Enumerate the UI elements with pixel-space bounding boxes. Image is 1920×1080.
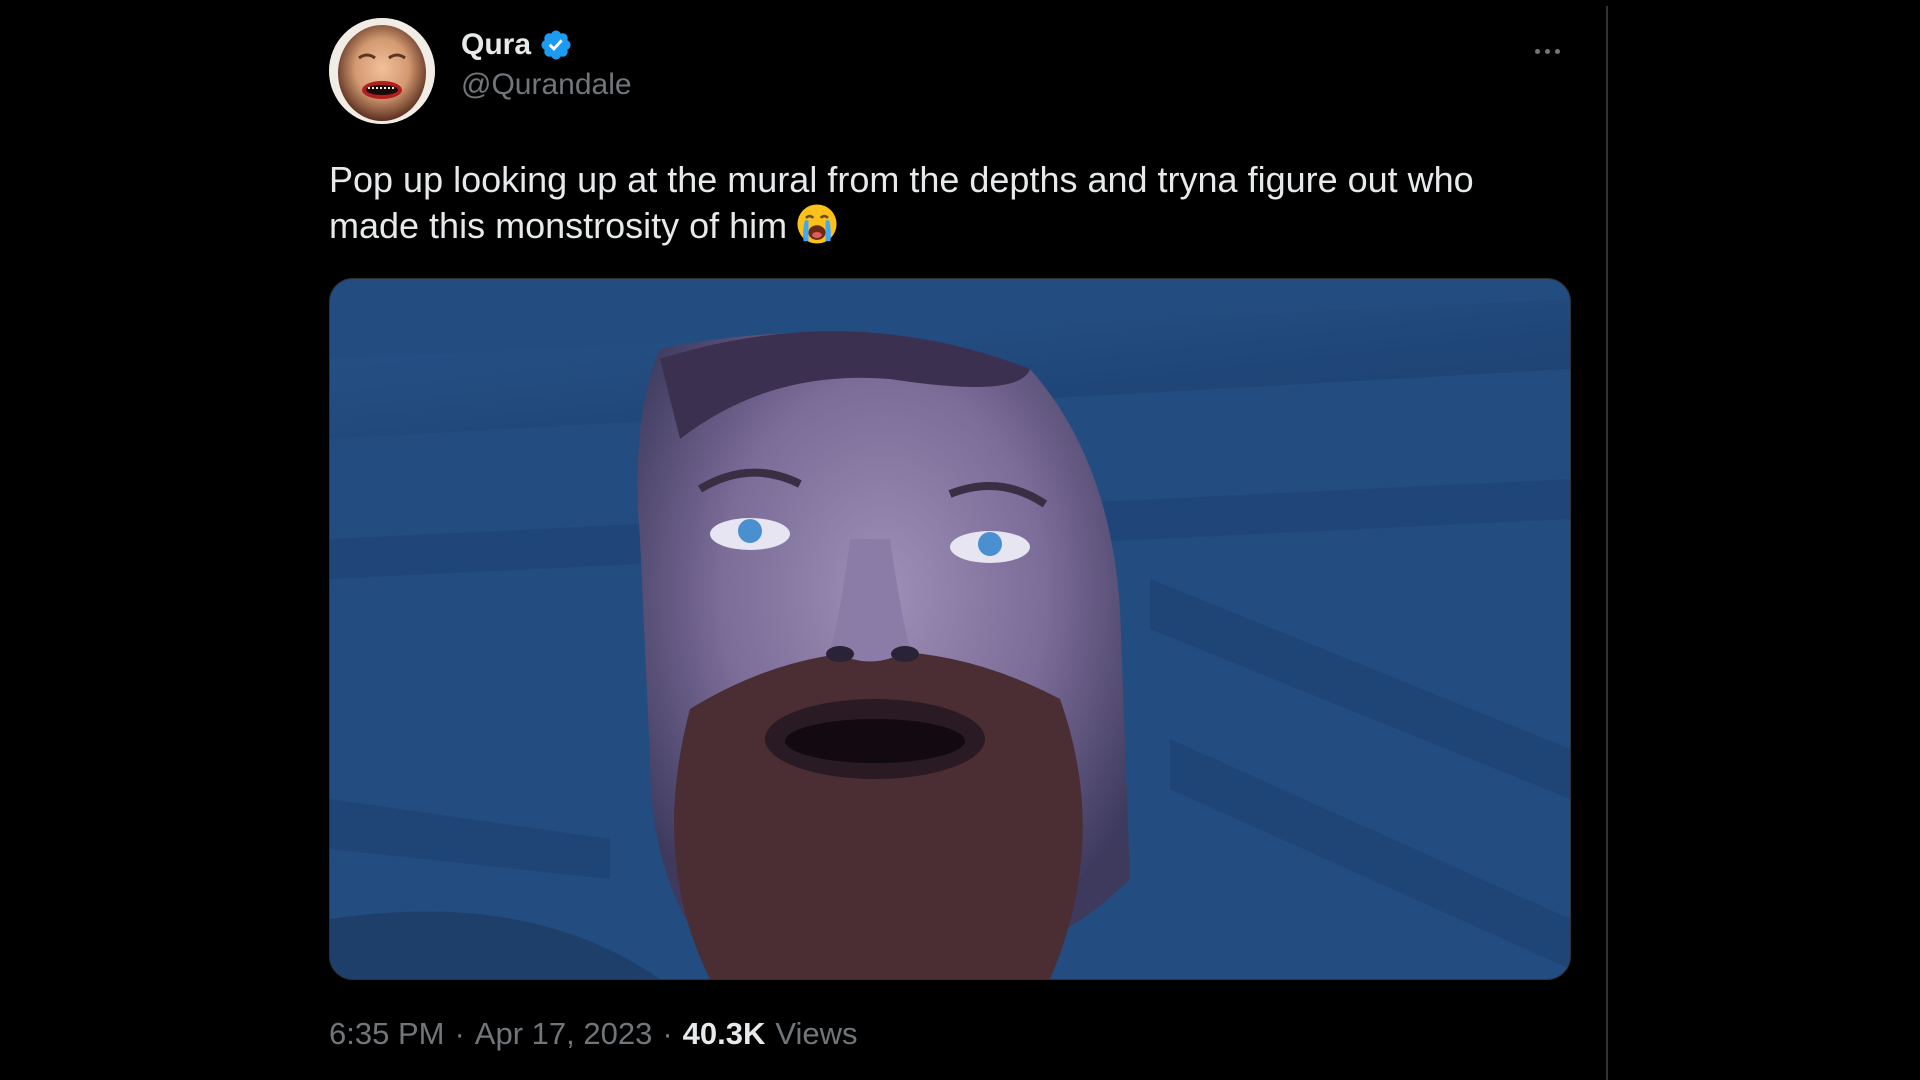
- author-handle[interactable]: @Qurandale: [461, 68, 632, 102]
- meta-separator: ·: [454, 1016, 465, 1051]
- screen: Qura @Qurandale Pop up looking up at the…: [0, 0, 1920, 1080]
- tweet-text: Pop up looking up at the mural from the …: [329, 158, 1569, 248]
- loudly-crying-face-emoji-icon: [797, 204, 837, 244]
- tweet-date[interactable]: Apr 17, 2023: [475, 1016, 653, 1052]
- author-display-name[interactable]: Qura: [461, 28, 531, 62]
- more-dot: [1534, 48, 1540, 54]
- tweet[interactable]: Qura @Qurandale Pop up looking up at the…: [329, 18, 1571, 1052]
- more-dot: [1544, 48, 1550, 54]
- avatar-photo-icon: [329, 18, 435, 124]
- display-name-row: Qura: [461, 26, 632, 64]
- tweet-time[interactable]: 6:35 PM: [329, 1016, 444, 1052]
- verified-badge-icon[interactable]: [539, 28, 573, 62]
- more-dot: [1554, 48, 1560, 54]
- more-options-icon[interactable]: [1525, 40, 1569, 62]
- tweet-meta: 6:35 PM · Apr 17, 2023 · 40.3K Views: [329, 1016, 1569, 1052]
- views-count[interactable]: 40.3K: [683, 1016, 766, 1052]
- column-divider: [1606, 6, 1608, 1080]
- author-names: Qura @Qurandale: [461, 26, 632, 102]
- meta-separator: ·: [662, 1016, 673, 1051]
- tweet-text-body: Pop up looking up at the mural from the …: [329, 159, 1474, 246]
- tweet-header: Qura @Qurandale: [329, 18, 1569, 124]
- photo-man-looking-up-icon: [330, 279, 1570, 979]
- tweet-media-photo[interactable]: [329, 278, 1571, 980]
- avatar[interactable]: [329, 18, 435, 124]
- views-label: Views: [775, 1016, 858, 1051]
